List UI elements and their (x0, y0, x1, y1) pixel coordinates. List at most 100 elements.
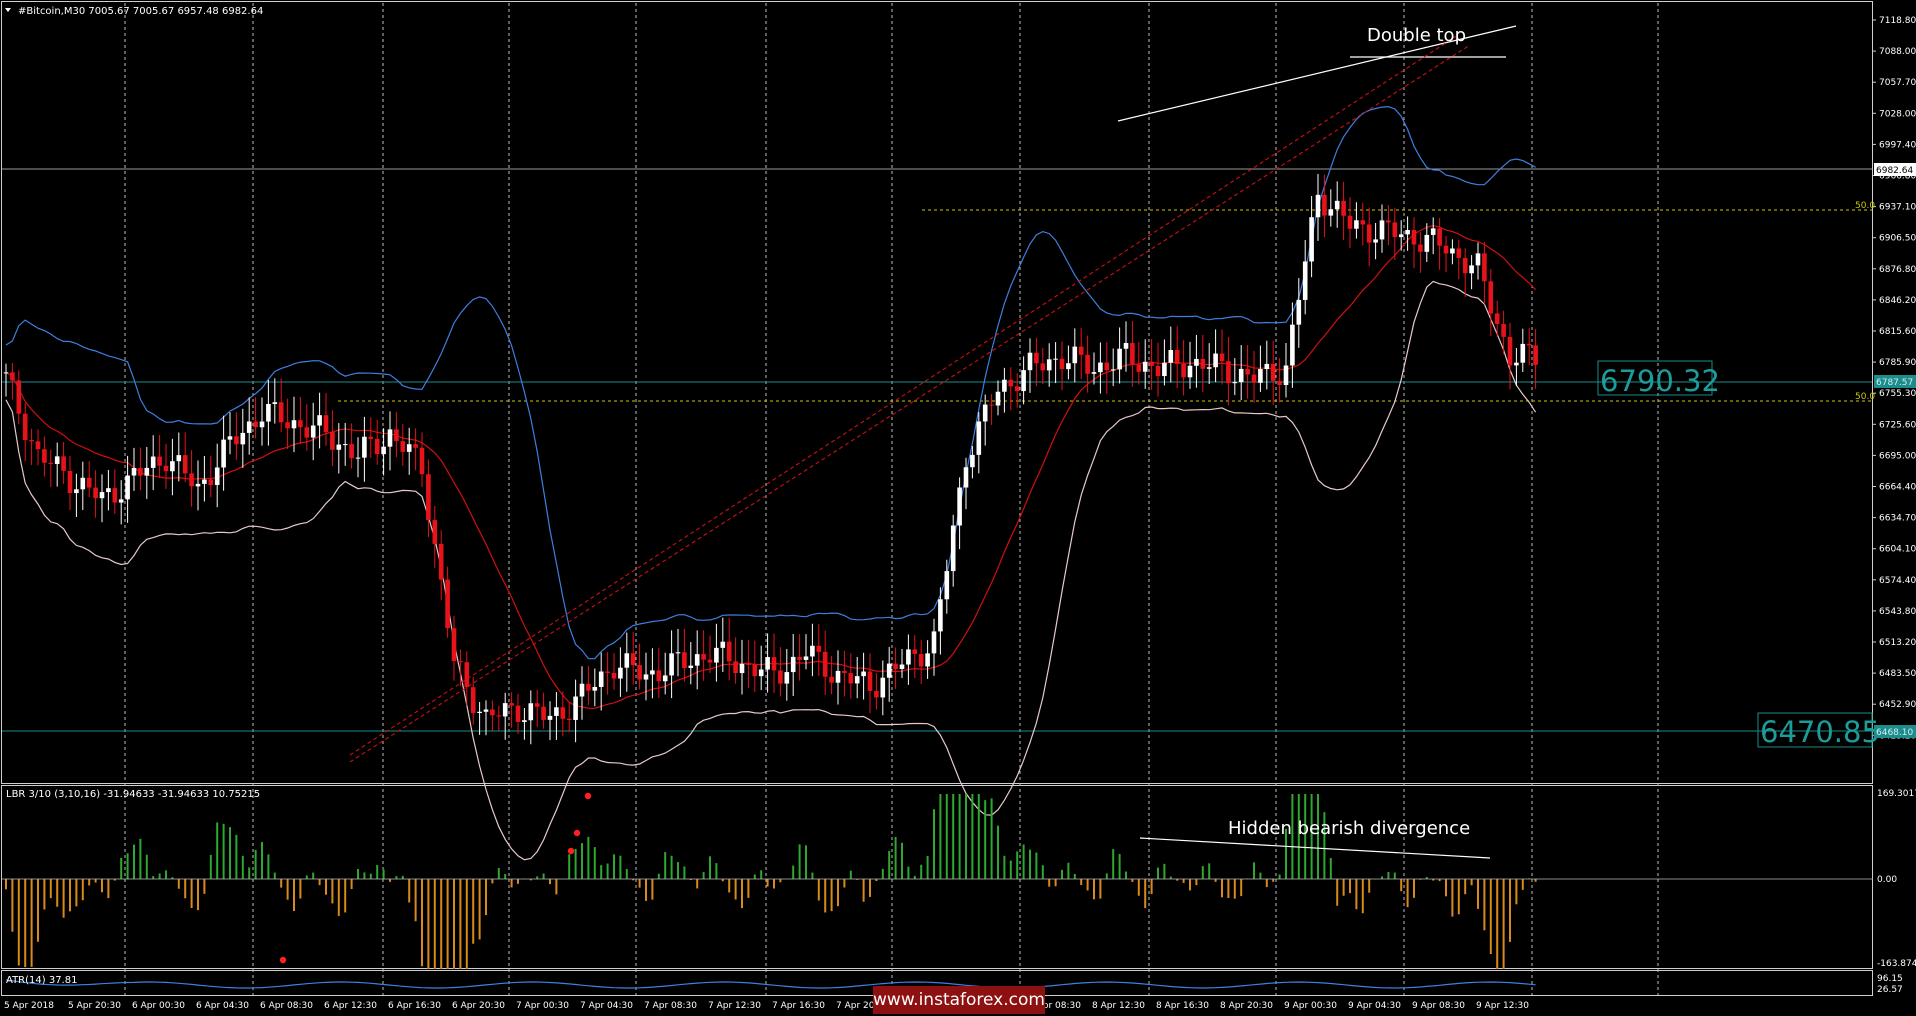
candle-body-175 (1123, 342, 1129, 349)
lbr-axis-zero: 0.00 (1877, 875, 1897, 885)
candle-body-174 (1117, 348, 1122, 370)
candle-body-166 (1066, 363, 1071, 370)
candle-body-99 (637, 665, 642, 680)
candle-body-94 (605, 671, 610, 673)
candle-body-33 (214, 467, 220, 485)
price-label-18: 6574.40 (1879, 576, 1916, 586)
candle-body-81 (522, 720, 527, 722)
candle-body-85 (547, 715, 553, 720)
candle-body-42 (272, 402, 278, 404)
candle-body-53 (342, 444, 348, 446)
candle-body-121 (778, 670, 783, 684)
candle-body-141 (906, 649, 911, 665)
candle-body-142 (912, 649, 918, 654)
candle-body-102 (656, 670, 662, 682)
channel-line-a (349, 34, 1459, 756)
lbr-histogram (2, 792, 1872, 969)
candle-body-127 (816, 645, 822, 652)
candle-body-236 (1514, 362, 1519, 366)
lbr-axis-max: 169.3017 (1877, 789, 1916, 799)
candle-body-19 (125, 475, 130, 500)
time-label-8: 7 Apr 00:30 (516, 1001, 569, 1011)
candle-body-29 (189, 473, 194, 487)
chart-header: #Bitcoin,M30 7005.67 7005.67 6957.48 698… (18, 6, 263, 17)
candle-body-38 (246, 421, 252, 433)
candle-body-107 (688, 665, 694, 668)
candle-body-2 (16, 380, 22, 414)
candle-body-238 (1526, 343, 1532, 346)
candle-body-139 (893, 663, 898, 669)
candle-body-192 (1232, 382, 1238, 384)
candle-body-95 (611, 672, 617, 679)
candle-body-193 (1238, 368, 1244, 383)
candle-body-63 (406, 444, 412, 452)
candle-body-234 (1501, 324, 1506, 337)
candle-body-28 (182, 455, 188, 474)
candle-body-106 (682, 652, 687, 668)
candle-body-213 (1366, 224, 1372, 243)
time-label-6: 6 Apr 16:30 (388, 1001, 441, 1011)
candle-body-62 (400, 441, 406, 452)
candle-body-215 (1379, 220, 1385, 240)
candle-body-52 (336, 444, 342, 450)
candle-body-97 (624, 653, 630, 668)
candle-body-77 (496, 715, 502, 717)
candle-body-35 (227, 436, 233, 440)
time-label-1: 5 Apr 20:30 (68, 1001, 121, 1011)
candle-body-91 (586, 683, 591, 691)
candle-body-169 (1085, 354, 1090, 374)
candle-body-179 (1149, 361, 1154, 366)
candle-body-235 (1507, 336, 1513, 366)
price-label-1: 7088.00 (1879, 47, 1916, 57)
candle-body-120 (771, 657, 777, 671)
candle-body-218 (1398, 234, 1404, 238)
candle-body-89 (573, 696, 578, 720)
candle-body-21 (138, 468, 143, 476)
candle-body-201 (1290, 324, 1295, 366)
price-label-6: 6937.10 (1879, 203, 1916, 213)
candle-body-4 (29, 440, 34, 442)
candle-body-126 (810, 645, 815, 657)
candle-body-196 (1258, 369, 1263, 383)
lbr-axis-min: -163.8743 (1877, 959, 1916, 969)
candle-body-60 (387, 429, 393, 447)
candle-body-41 (266, 403, 271, 422)
candle-body-96 (618, 667, 623, 679)
candle-body-24 (157, 456, 162, 466)
candle-body-195 (1251, 374, 1257, 383)
atr-axis-top: 96.15 (1877, 974, 1903, 984)
candle-body-114 (733, 661, 738, 674)
candle-body-117 (752, 664, 758, 677)
candle-body-25 (163, 465, 169, 472)
price-label-19: 6543.80 (1879, 607, 1916, 617)
time-label-4: 6 Apr 08:30 (260, 1001, 313, 1011)
candle-body-222 (1424, 234, 1430, 252)
candle-body-176 (1130, 342, 1135, 365)
candle-body-92 (592, 686, 598, 691)
candle-body-67 (432, 520, 438, 544)
divergence-line (1139, 837, 1491, 859)
candle-body-130 (835, 670, 841, 683)
candle-body-136 (874, 690, 879, 698)
candle-body-133 (854, 676, 860, 684)
candle-body-73 (470, 687, 476, 714)
candle-body-239 (1533, 345, 1538, 365)
candle-body-90 (579, 683, 585, 697)
candle-body-47 (304, 427, 310, 438)
candle-body-185 (1187, 365, 1193, 378)
candle-body-180 (1155, 365, 1161, 377)
candle-body-17 (112, 488, 118, 503)
price-label-14: 6695.00 (1879, 451, 1916, 461)
chart-menu-icon[interactable] (5, 8, 11, 12)
candle-body-125 (803, 656, 809, 660)
candle-body-173 (1110, 369, 1116, 371)
candle-body-209 (1341, 200, 1346, 216)
candle-body-8 (54, 456, 60, 464)
candle-body-7 (48, 462, 54, 464)
candle-body-37 (240, 432, 246, 445)
candle-body-103 (662, 675, 668, 682)
candle-body-198 (1270, 363, 1276, 381)
candle-body-207 (1328, 209, 1334, 216)
candle-body-56 (362, 436, 367, 458)
candle-body-16 (106, 488, 111, 493)
